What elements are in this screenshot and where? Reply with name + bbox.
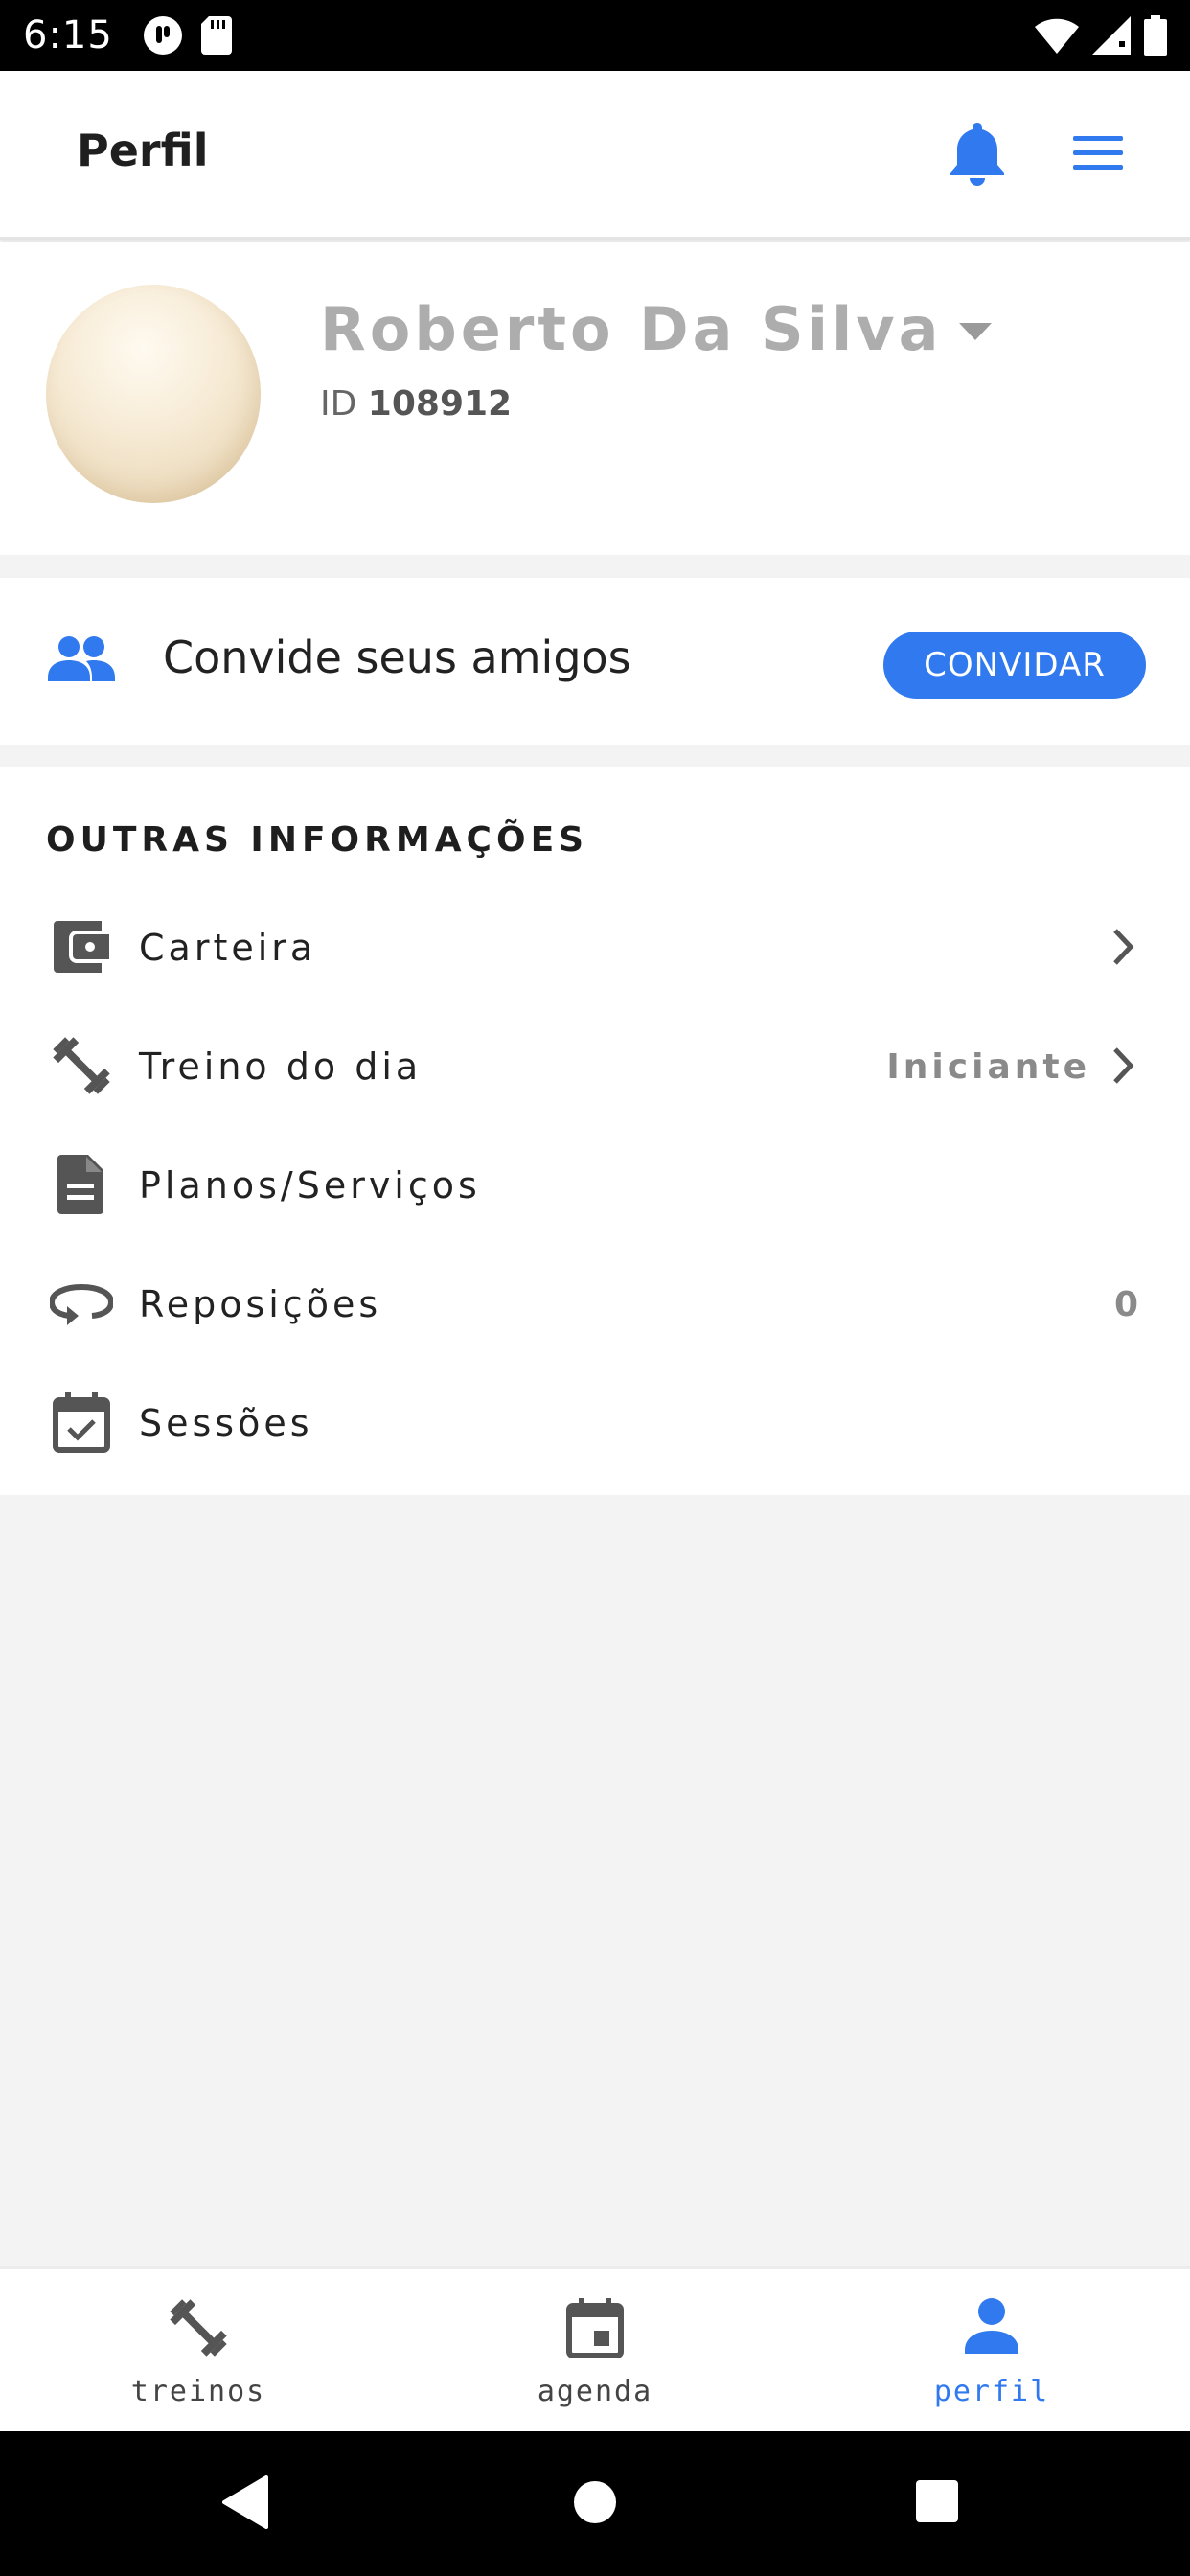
dumbbell-icon xyxy=(50,1034,113,1097)
list-item-label: Reposições xyxy=(139,1283,382,1325)
bottom-navigation: treinos agenda perfil xyxy=(0,2266,1190,2431)
list-item-label: Carteira xyxy=(139,927,317,969)
signal-icon xyxy=(1092,16,1131,55)
profile-name-selector[interactable]: Roberto Da Silva xyxy=(320,294,993,364)
document-icon xyxy=(50,1153,113,1216)
list-item-label: Sessões xyxy=(139,1402,313,1444)
system-navigation-bar xyxy=(0,2431,1190,2576)
home-icon[interactable] xyxy=(572,2475,618,2529)
nav-item-perfil[interactable]: perfil xyxy=(793,2269,1190,2434)
profile-name: Roberto Da Silva xyxy=(320,294,943,364)
section-title: OUTRAS INFORMAÇÕES xyxy=(46,820,589,860)
list-item-label: Treino do dia xyxy=(139,1046,423,1088)
profile-card: Roberto Da Silva ID 108912 xyxy=(0,242,1190,555)
calendar-check-icon xyxy=(50,1391,113,1454)
chevron-right-icon xyxy=(1111,1046,1136,1086)
wifi-icon xyxy=(1035,17,1079,54)
nav-label: treinos xyxy=(130,2375,266,2408)
people-icon xyxy=(48,635,115,681)
list-item-value: Iniciante xyxy=(886,1046,1090,1087)
avatar[interactable] xyxy=(46,285,261,503)
recents-icon[interactable] xyxy=(913,2475,961,2529)
page-title: Perfil xyxy=(77,125,209,176)
app-header: Perfil xyxy=(0,71,1190,240)
profile-id: ID 108912 xyxy=(320,384,512,424)
calendar-icon xyxy=(565,2296,625,2359)
list-item-treino-do-dia[interactable]: Treino do dia Iniciante xyxy=(0,1007,1190,1126)
wallet-icon xyxy=(50,915,113,978)
other-info-section: OUTRAS INFORMAÇÕES Carteira Treino do di… xyxy=(0,767,1190,1495)
nav-item-treinos[interactable]: treinos xyxy=(0,2269,397,2434)
status-time: 6:15 xyxy=(23,13,113,58)
app-notification-icon xyxy=(142,14,184,57)
dumbbell-icon xyxy=(167,2296,230,2359)
invite-text: Convide seus amigos xyxy=(163,632,631,683)
nav-label: agenda xyxy=(537,2375,653,2408)
list-item-carteira[interactable]: Carteira xyxy=(0,888,1190,1007)
invite-card: Convide seus amigos CONVIDAR xyxy=(0,578,1190,745)
back-icon[interactable] xyxy=(222,2475,270,2529)
repeat-icon xyxy=(50,1272,113,1335)
nav-label: perfil xyxy=(933,2375,1050,2408)
list-item-planos-servicos[interactable]: Planos/Serviços xyxy=(0,1126,1190,1245)
chevron-right-icon xyxy=(1111,927,1136,967)
hamburger-menu-icon[interactable] xyxy=(1069,126,1127,180)
bell-icon[interactable] xyxy=(947,119,1008,186)
status-bar: 6:15 xyxy=(0,0,1190,71)
person-icon xyxy=(965,2296,1018,2354)
sd-card-icon xyxy=(200,16,232,55)
list-item-label: Planos/Serviços xyxy=(139,1164,481,1207)
list-item-sessoes[interactable]: Sessões xyxy=(0,1364,1190,1483)
list-item-value: 0 xyxy=(1113,1284,1142,1324)
nav-item-agenda[interactable]: agenda xyxy=(397,2269,793,2434)
battery-icon xyxy=(1144,15,1167,56)
list-item-reposicoes[interactable]: Reposições 0 xyxy=(0,1245,1190,1364)
profile-id-value: 108912 xyxy=(367,384,513,424)
caret-down-icon xyxy=(959,322,993,340)
profile-id-label: ID xyxy=(320,384,357,424)
invite-button[interactable]: CONVIDAR xyxy=(883,632,1146,699)
